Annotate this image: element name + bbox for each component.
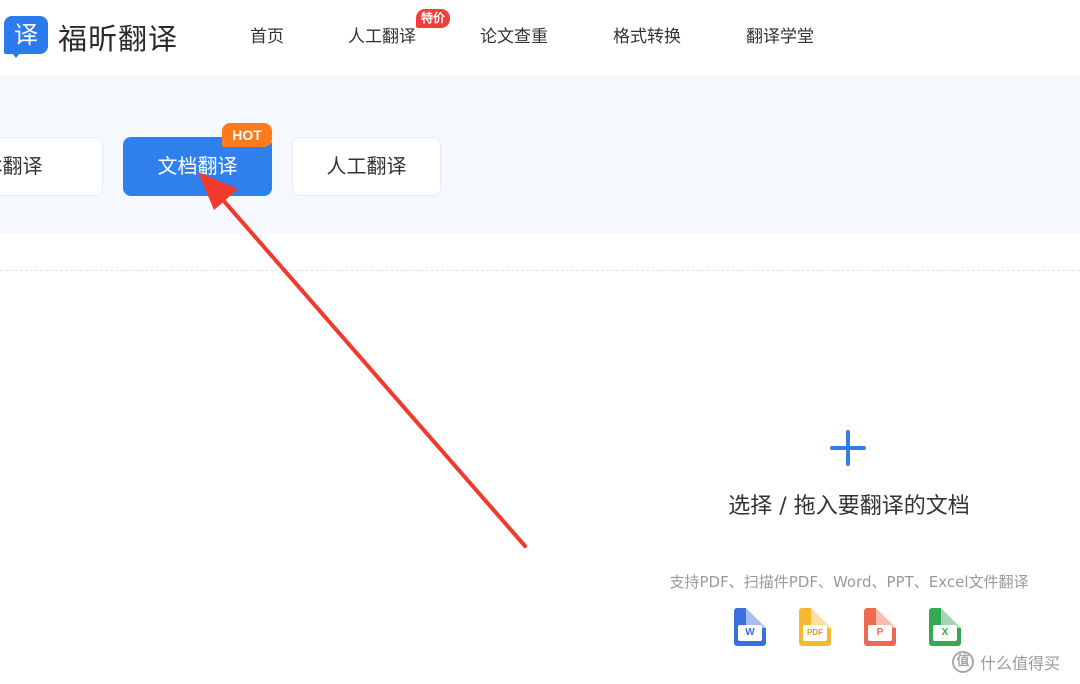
ppt-file-icon: P: [864, 608, 896, 646]
watermark-text: 什么值得买: [980, 654, 1061, 673]
nav-item-format-conversion[interactable]: 格式转换: [613, 25, 681, 49]
nav-item-translation-academy[interactable]: 翻译学堂: [746, 25, 814, 49]
nav-item-human-translation[interactable]: 人工翻译: [348, 25, 416, 49]
tab-text-translation[interactable]: 文本翻译: [0, 137, 103, 196]
tab-human-translation[interactable]: 人工翻译: [292, 137, 441, 196]
word-file-icon: W: [734, 608, 766, 646]
translation-mode-tabs: 文本翻译 文档翻译 HOT 人工翻译: [0, 75, 1080, 233]
pdf-file-icon: PDF: [799, 608, 831, 646]
supported-formats-text: 支持PDF、扫描件PDF、Word、PPT、Excel文件翻译: [669, 573, 1029, 591]
brand-name: 福昕翻译: [58, 22, 179, 56]
nav-item-home[interactable]: 首页: [250, 25, 284, 49]
hot-badge: HOT: [222, 123, 272, 147]
brand-logo[interactable]: 译 福昕翻译: [0, 14, 178, 60]
nav-item-plagiarism-check[interactable]: 论文查重: [480, 25, 548, 49]
dashed-divider: [0, 270, 1080, 271]
plus-icon[interactable]: [830, 430, 866, 466]
top-navigation-bar: 译 福昕翻译 首页 人工翻译 特价 论文查重 格式转换 翻译学堂: [0, 0, 1080, 75]
upload-title: 选择 / 拖入要翻译的文档: [728, 494, 970, 519]
excel-file-icon: X: [929, 608, 961, 646]
file-type-icons: W PDF P X: [734, 608, 974, 648]
special-price-badge: 特价: [416, 9, 451, 28]
translate-logo-icon: 译: [4, 16, 50, 58]
document-upload-dropzone[interactable]: 选择 / 拖入要翻译的文档 支持PDF、扫描件PDF、Word、PPT、Exce…: [640, 420, 1058, 660]
watermark: 值 什么值得买: [952, 648, 1060, 676]
watermark-logo-icon: 值: [952, 651, 974, 673]
